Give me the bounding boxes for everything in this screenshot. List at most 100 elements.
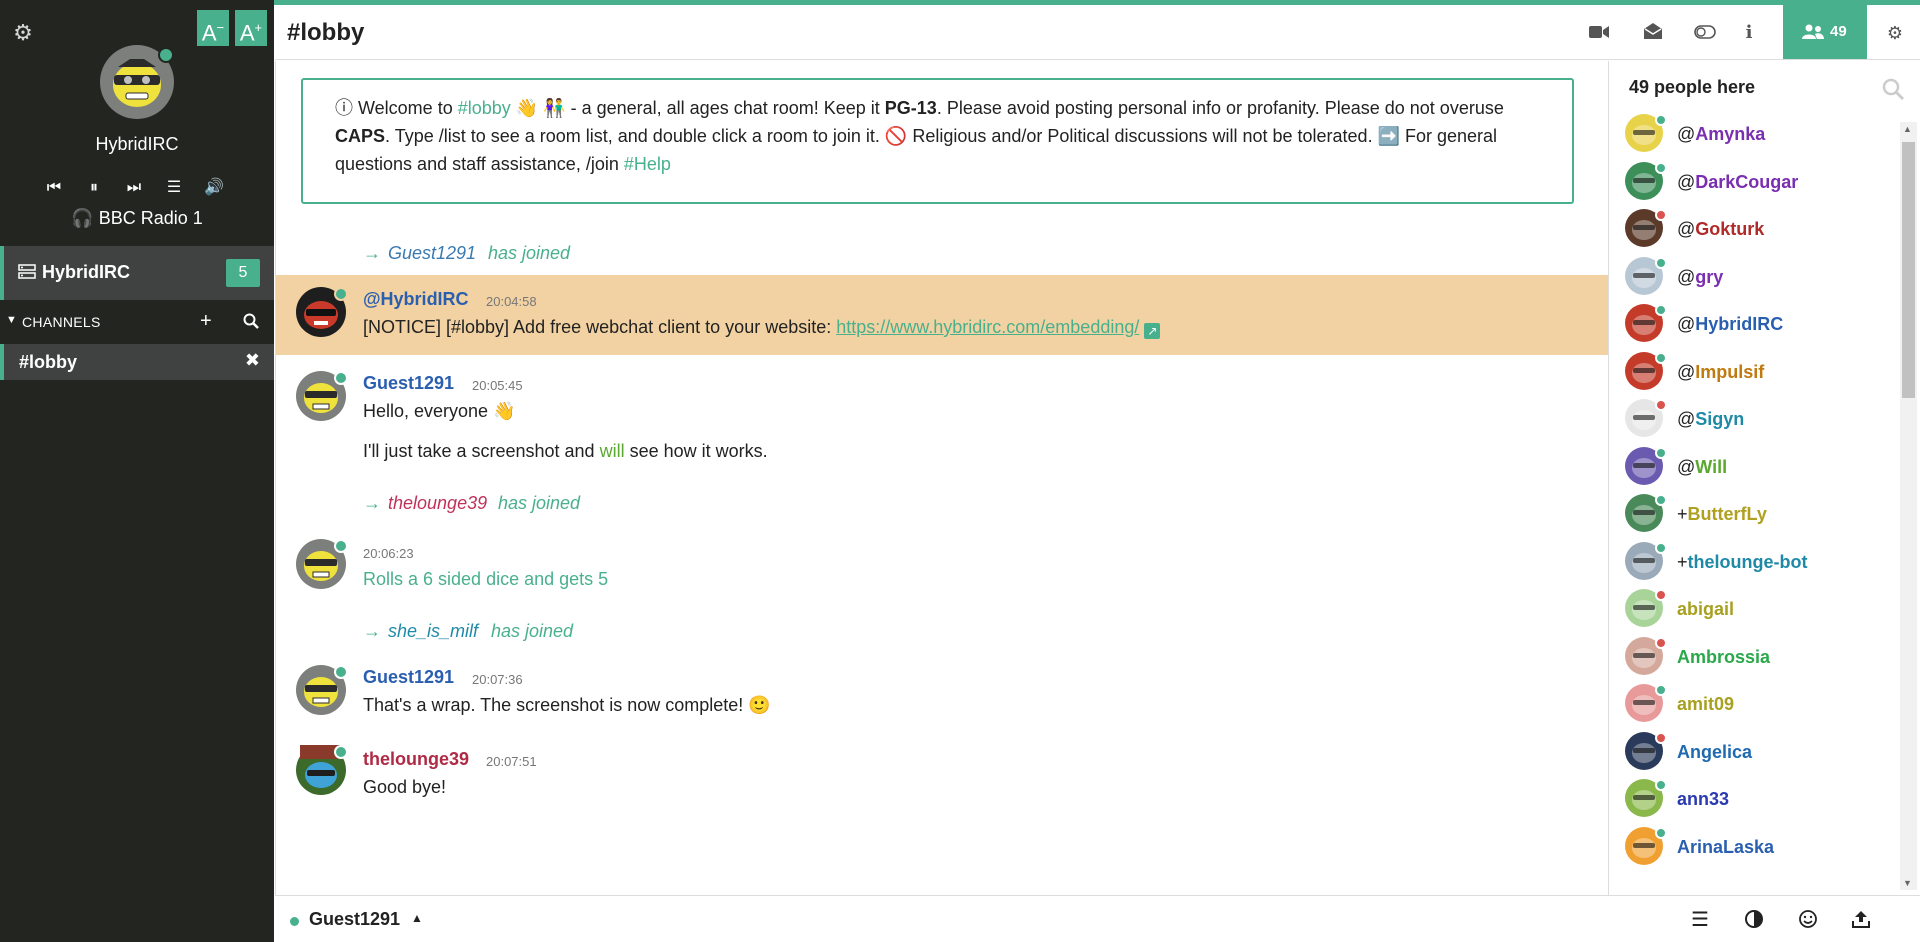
user-nick: +thelounge-bot bbox=[1677, 552, 1808, 573]
collapse-caret-icon[interactable]: ▼ bbox=[6, 314, 17, 326]
user-nick: @Will bbox=[1677, 457, 1727, 478]
userlist-toggle-button[interactable]: 49 bbox=[1783, 5, 1867, 59]
user-list-item[interactable]: amit09 bbox=[1625, 682, 1895, 726]
user-list-item[interactable]: @Amynka bbox=[1625, 112, 1895, 156]
user-nick-text: ArinaLaska bbox=[1677, 836, 1775, 857]
embedding-link[interactable]: https://www.hybridirc.com/embedding/ bbox=[836, 317, 1139, 337]
user-status-dot bbox=[1655, 209, 1667, 221]
radio-station-label: BBC Radio 1 bbox=[98, 208, 203, 228]
toggle-icon[interactable] bbox=[1693, 22, 1717, 44]
video-camera-icon[interactable] bbox=[1587, 22, 1611, 44]
scroll-up-arrow-icon[interactable]: ▲ bbox=[1903, 124, 1912, 134]
envelope-open-icon[interactable] bbox=[1641, 22, 1665, 44]
search-users-icon[interactable] bbox=[1881, 77, 1905, 101]
userlist-header: 49 people here bbox=[1629, 77, 1756, 97]
topic-bold: CAPS bbox=[335, 126, 386, 146]
font-increase-button[interactable]: A+ bbox=[235, 10, 267, 46]
user-nick: abigail bbox=[1677, 599, 1734, 620]
action-text: Rolls a 6 sided dice and gets 5 bbox=[363, 569, 609, 589]
user-status-dot bbox=[1655, 636, 1667, 649]
sidebar: ⚙ A− A+ HybridIRC ⏮ ⏸ ⏭ ☰ 🔊 🎧 BBC Radio … bbox=[0, 0, 274, 942]
user-mode-prefix: + bbox=[1677, 504, 1688, 524]
message-nick[interactable]: Guest1291 bbox=[363, 667, 454, 688]
user-nick: @Amynka bbox=[1677, 124, 1765, 145]
input-footer: Guest1291 ▲ ☰ bbox=[275, 895, 1920, 942]
topic-help-link[interactable]: #Help bbox=[624, 154, 671, 174]
user-list-item[interactable]: @Impulsif bbox=[1625, 350, 1895, 394]
user-list-item[interactable]: ArinaLaska bbox=[1625, 825, 1895, 869]
info-icon[interactable]: i bbox=[1737, 22, 1761, 44]
nick-menu-caret-icon[interactable]: ▲ bbox=[411, 911, 423, 925]
user-nick: @DarkCougar bbox=[1677, 172, 1798, 193]
message-nick[interactable]: @HybridIRC bbox=[363, 289, 469, 310]
scrollbar-thumb[interactable] bbox=[1902, 142, 1915, 398]
contrast-icon[interactable] bbox=[1742, 909, 1766, 931]
font-decrease-button[interactable]: A− bbox=[197, 10, 229, 46]
topic-channel-link[interactable]: #lobby bbox=[458, 98, 511, 118]
user-nick-text: DarkCougar bbox=[1695, 171, 1799, 192]
user-list-item[interactable]: abigail bbox=[1625, 587, 1895, 631]
chat-message: Guest1291 20:07:36 That's a wrap. The sc… bbox=[276, 661, 1609, 731]
search-channels-icon[interactable] bbox=[243, 313, 259, 329]
user-mode-prefix: @ bbox=[1677, 266, 1696, 287]
volume-icon[interactable]: 🔊 bbox=[202, 177, 226, 199]
user-nick: Ambrossia bbox=[1677, 647, 1770, 668]
join-action: has joined bbox=[498, 493, 581, 513]
join-nick[interactable]: Guest1291 bbox=[388, 243, 476, 264]
user-status-dot bbox=[1655, 684, 1667, 696]
user-list-item[interactable]: @Will bbox=[1625, 445, 1895, 489]
user-nick: @HybridIRC bbox=[1677, 314, 1783, 335]
message-timestamp: 20:07:51 bbox=[486, 754, 537, 769]
network-item-hybridirc[interactable]: HybridIRC 5 bbox=[0, 246, 274, 300]
message-timestamp: 20:06:23 bbox=[363, 546, 414, 561]
scroll-down-arrow-icon[interactable]: ▼ bbox=[1903, 878, 1912, 888]
online-status-dot bbox=[334, 665, 348, 679]
user-nick: amit09 bbox=[1677, 694, 1734, 715]
chat-area: ⓘ Welcome to #lobby 👋 👫 - a general, all… bbox=[275, 61, 1609, 895]
user-list-item[interactable]: +ButterfLy bbox=[1625, 492, 1895, 536]
userlist-scrollbar[interactable]: ▲ ▼ bbox=[1900, 122, 1917, 890]
playlist-icon[interactable]: ☰ bbox=[162, 177, 186, 199]
user-mode-prefix: @ bbox=[1677, 171, 1696, 192]
join-arrow: → bbox=[363, 243, 381, 263]
online-status-dot bbox=[334, 371, 348, 385]
radio-player: ⏮ ⏸ ⏭ ☰ 🔊 bbox=[42, 177, 232, 199]
server-icon bbox=[18, 264, 36, 279]
menu-icon[interactable]: ☰ bbox=[1688, 909, 1712, 931]
join-nick[interactable]: thelounge39 bbox=[388, 493, 487, 514]
add-channel-icon[interactable]: + bbox=[200, 310, 212, 332]
user-list-item[interactable]: @Gokturk bbox=[1625, 207, 1895, 251]
topic-bold: PG-13 bbox=[884, 98, 937, 118]
user-nick: @gry bbox=[1677, 267, 1723, 288]
user-list-item[interactable]: Ambrossia bbox=[1625, 635, 1895, 679]
user-status-dot bbox=[1655, 304, 1667, 316]
user-nick-text: abigail bbox=[1677, 599, 1735, 619]
user-list-item[interactable]: @gry bbox=[1625, 255, 1895, 299]
user-list-item[interactable]: @Sigyn bbox=[1625, 397, 1895, 441]
user-nick: @Sigyn bbox=[1677, 409, 1744, 430]
pause-icon[interactable]: ⏸ bbox=[82, 177, 106, 199]
join-nick[interactable]: she_is_milf bbox=[388, 621, 478, 642]
message-nick[interactable]: Guest1291 bbox=[363, 373, 454, 394]
previous-track-icon[interactable]: ⏮ bbox=[42, 177, 66, 199]
channel-item-lobby[interactable]: #lobby ✖ bbox=[0, 344, 274, 380]
user-nick-text: ann33 bbox=[1677, 789, 1730, 809]
current-nick[interactable]: Guest1291 bbox=[309, 909, 400, 930]
user-list-item[interactable]: ann33 bbox=[1625, 777, 1895, 821]
emoji-icon[interactable] bbox=[1796, 909, 1820, 931]
user-list-item[interactable]: +thelounge-bot bbox=[1625, 540, 1895, 584]
channel-settings-gear-icon[interactable]: ⚙ bbox=[1883, 22, 1907, 44]
user-nick-text: Angelica bbox=[1677, 741, 1753, 762]
user-list-item[interactable]: @DarkCougar bbox=[1625, 160, 1895, 204]
channels-label: CHANNELS bbox=[22, 314, 101, 330]
message-nick[interactable]: thelounge39 bbox=[363, 749, 469, 770]
user-list-item[interactable]: Angelica bbox=[1625, 730, 1895, 774]
message-text: That's a wrap. The screenshot is now com… bbox=[363, 695, 771, 715]
settings-gear-icon[interactable]: ⚙ bbox=[12, 22, 34, 44]
external-link-icon[interactable]: ↗ bbox=[1144, 323, 1161, 339]
close-channel-icon[interactable]: ✖ bbox=[245, 350, 260, 371]
upload-icon[interactable] bbox=[1849, 909, 1873, 931]
user-list-item[interactable]: @HybridIRC bbox=[1625, 302, 1895, 346]
next-track-icon[interactable]: ⏭ bbox=[122, 177, 146, 199]
highlight-word: will bbox=[599, 441, 625, 461]
